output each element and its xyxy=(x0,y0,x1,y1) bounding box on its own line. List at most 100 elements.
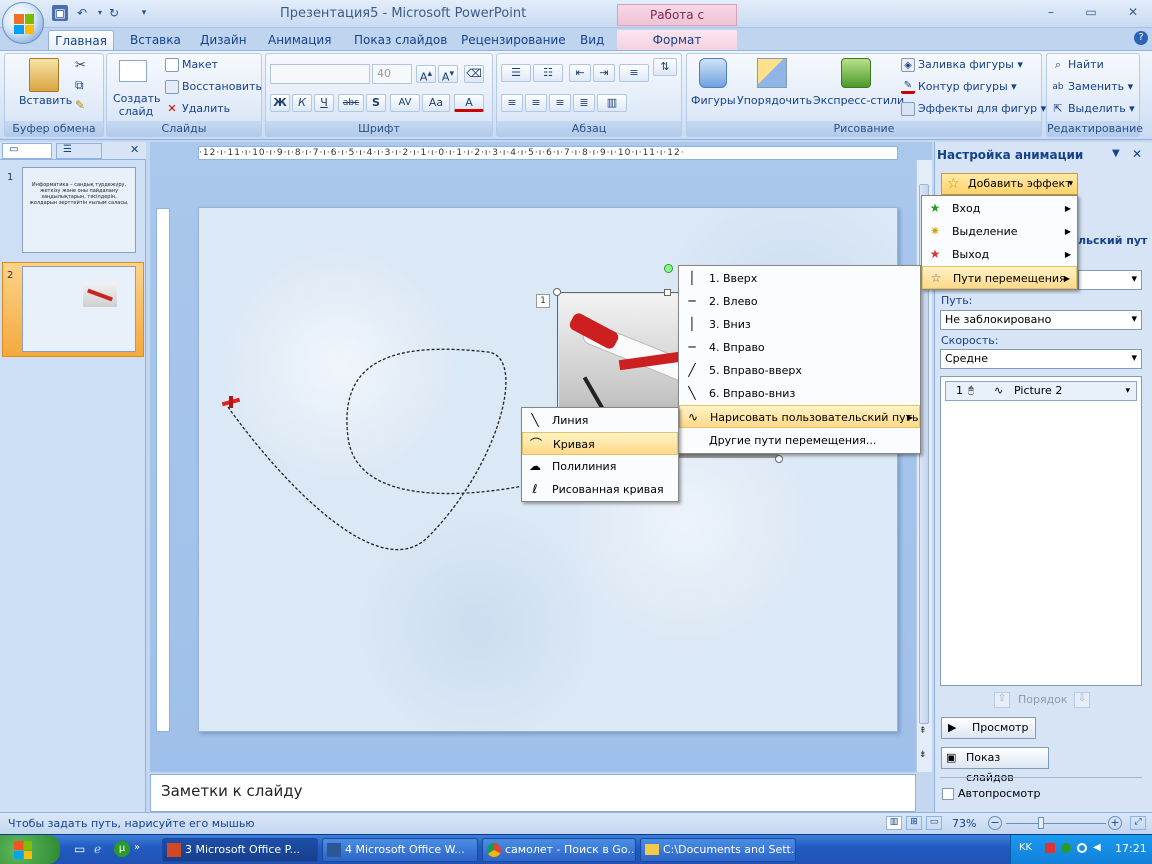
delete-button[interactable]: Удалить xyxy=(182,102,230,115)
tab-review[interactable]: Рецензирование xyxy=(455,30,572,50)
slide1-thumbnail[interactable]: Информатика – сандық түрдежүру, жеткізу … xyxy=(22,167,136,253)
help-icon[interactable]: ? xyxy=(1134,31,1148,45)
outline-tab-icon[interactable]: ☰ xyxy=(56,143,102,159)
save-icon[interactable]: ▣ xyxy=(52,5,68,21)
resize-handle-top[interactable] xyxy=(664,289,671,296)
restore-icon[interactable]: ▭ xyxy=(1080,4,1102,20)
reading-view-icon[interactable]: ▭ xyxy=(926,816,942,830)
numbering-icon[interactable]: ☷ xyxy=(533,64,563,82)
effect-start-combo[interactable] xyxy=(1078,270,1142,290)
fill-button[interactable]: Заливка фигуры xyxy=(918,58,1014,71)
increase-indent-icon[interactable]: ⇥ xyxy=(593,64,615,82)
copy-icon[interactable]: ⧉ xyxy=(75,78,84,93)
minimize-icon[interactable]: – xyxy=(1040,4,1062,20)
case-button[interactable]: Aa xyxy=(422,94,450,112)
menu-item-exit[interactable]: ★ Выход ▶ xyxy=(922,243,1077,266)
animation-list-item[interactable]: 1 🖰 ∿ Picture 2 ▾ xyxy=(945,381,1137,401)
resize-handle-br[interactable] xyxy=(775,455,783,463)
language-indicator[interactable]: KK xyxy=(1019,842,1032,853)
tab-slideshow[interactable]: Показ слайдов xyxy=(348,30,453,50)
tab-animation[interactable]: Анимация xyxy=(262,30,337,50)
path-combo[interactable]: Не заблокировано xyxy=(940,310,1142,330)
tray-icon-1[interactable] xyxy=(1045,843,1055,853)
resize-handle-tl[interactable] xyxy=(553,288,561,296)
menu-item-more-paths[interactable]: Другие пути перемещения... xyxy=(679,429,920,452)
text-direction-icon[interactable]: ⇅ xyxy=(653,58,677,76)
menu-item-entrance[interactable]: ★ Вход ▶ xyxy=(922,197,1077,220)
font-color-button[interactable]: A xyxy=(454,94,484,112)
customize-qat-icon[interactable]: ▾ xyxy=(136,5,152,21)
menu-item-right-up[interactable]: ╱ 5. Вправо-вверх xyxy=(679,359,920,382)
menu-item-right[interactable]: ─ 4. Вправо xyxy=(679,336,920,359)
decrease-indent-icon[interactable]: ⇤ xyxy=(569,64,591,82)
zoom-in-icon[interactable]: + xyxy=(1108,816,1122,830)
menu-item-left[interactable]: ─ 2. Влево xyxy=(679,290,920,313)
utorrent-icon[interactable]: µ xyxy=(114,841,130,857)
grow-font-icon[interactable]: A▴ xyxy=(416,65,436,84)
italic-button[interactable]: К xyxy=(292,94,312,112)
fit-slide-icon[interactable]: ⤢ xyxy=(1130,816,1146,830)
menu-item-curve[interactable]: ⌒ Кривая xyxy=(522,432,678,455)
taskpane-close-icon[interactable]: ✕ xyxy=(1132,147,1142,161)
menu-item-right-down[interactable]: ╲ 6. Вправо-вниз xyxy=(679,382,920,405)
format-painter-icon[interactable]: ✎ xyxy=(75,98,85,112)
notes-box[interactable]: Заметки к слайду xyxy=(150,774,916,812)
align-right-icon[interactable]: ≡ xyxy=(549,94,571,112)
desktop-icon[interactable]: ▭ xyxy=(74,842,85,856)
underline-button[interactable]: Ч xyxy=(314,94,334,112)
zoom-slider-thumb[interactable] xyxy=(1038,817,1044,829)
slideshow-button[interactable]: ▣ Показ слайдов xyxy=(941,747,1049,784)
preview-button[interactable]: ▶ Просмотр xyxy=(941,717,1036,739)
arrange-button[interactable]: Упорядочить xyxy=(737,94,812,107)
close-pane-icon[interactable]: ✕ xyxy=(130,143,139,156)
select-button[interactable]: Выделить xyxy=(1068,102,1126,115)
zoom-level[interactable]: 73% xyxy=(952,817,976,830)
taskbar-word[interactable]: 4 Microsoft Office W... xyxy=(322,838,478,862)
menu-item-motion-paths[interactable]: ☆ Пути перемещения ▶ xyxy=(922,266,1077,289)
strike-button[interactable]: abc xyxy=(338,94,364,112)
add-effect-button[interactable]: ☆ Добавить эффект ▾ xyxy=(941,173,1078,195)
columns-icon[interactable]: ▥ xyxy=(597,94,627,112)
sorter-view-icon[interactable]: ⊞ xyxy=(906,816,922,830)
tab-view[interactable]: Вид xyxy=(574,30,610,50)
office-button[interactable] xyxy=(2,2,44,44)
undo-icon[interactable]: ↶ xyxy=(74,5,90,21)
autopreview-checkbox[interactable] xyxy=(942,788,954,800)
justify-icon[interactable]: ≣ xyxy=(573,94,595,112)
start-button[interactable] xyxy=(0,835,60,864)
tab-design[interactable]: Дизайн xyxy=(194,30,253,50)
zoom-slider-track[interactable] xyxy=(1006,823,1106,824)
shrink-font-icon[interactable]: A▾ xyxy=(438,65,458,84)
menu-item-up[interactable]: │ 1. Вверх xyxy=(679,267,920,290)
menu-item-draw-custom-path[interactable]: ∿ Нарисовать пользовательский путь ▶ xyxy=(679,405,920,428)
layout-button[interactable]: Макет xyxy=(182,58,218,71)
volume-icon[interactable]: ◀ xyxy=(1093,842,1101,853)
tab-home[interactable]: Главная xyxy=(48,30,114,50)
tray-icon-2[interactable] xyxy=(1061,843,1071,853)
next-slide-icon[interactable]: ⇟ xyxy=(919,750,927,760)
menu-item-emphasis[interactable]: ✷ Выделение ▶ xyxy=(922,220,1077,243)
prev-slide-icon[interactable]: ⇞ xyxy=(919,726,927,736)
spacing-button[interactable]: AV xyxy=(390,94,420,112)
normal-view-icon[interactable]: ▥ xyxy=(886,816,902,830)
redo-icon[interactable]: ↻ xyxy=(106,5,122,21)
taskpane-menu-icon[interactable]: ▼ xyxy=(1112,148,1120,159)
slides-tab-icon[interactable]: ▭ xyxy=(2,143,52,159)
taskbar-powerpoint[interactable]: 3 Microsoft Office P... xyxy=(162,838,318,862)
effects-button[interactable]: Эффекты для фигур xyxy=(918,102,1037,115)
align-left-icon[interactable]: ≡ xyxy=(501,94,523,112)
line-spacing-icon[interactable]: ≡ xyxy=(619,64,649,82)
paste-button[interactable]: Вставить xyxy=(19,94,72,107)
slide2-thumbnail[interactable] xyxy=(22,266,136,352)
order-down-icon[interactable]: ⇩ xyxy=(1074,692,1090,708)
bullets-icon[interactable]: ☰ xyxy=(501,64,531,82)
taskbar-explorer[interactable]: C:\Documents and Sett... xyxy=(640,838,796,862)
rotate-handle[interactable] xyxy=(664,264,673,273)
order-up-icon[interactable]: ⇧ xyxy=(994,692,1010,708)
outline-button[interactable]: Контур фигуры xyxy=(918,80,1008,93)
menu-item-polyline[interactable]: ☁ Полилиния xyxy=(522,455,678,478)
font-size-combo[interactable]: 40 xyxy=(372,64,412,84)
clear-format-icon[interactable]: ⌫ xyxy=(464,65,484,83)
tab-format[interactable]: Формат xyxy=(617,30,737,50)
speed-combo[interactable]: Средне xyxy=(940,349,1142,369)
